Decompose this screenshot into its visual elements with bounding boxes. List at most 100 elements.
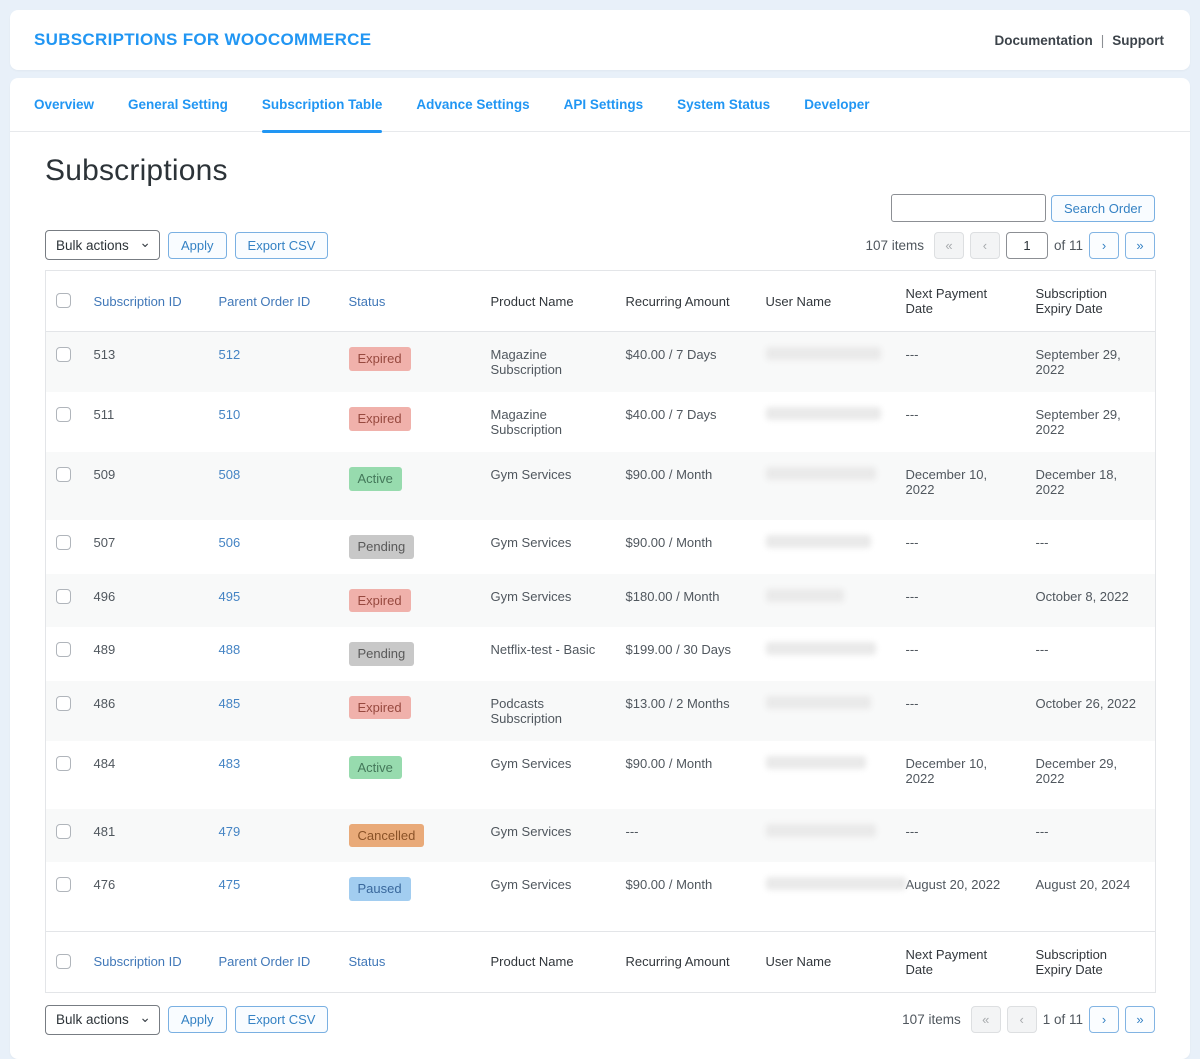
subscription-id-cell: 511 <box>84 392 209 452</box>
last-page-button[interactable]: » <box>1125 232 1155 259</box>
support-link[interactable]: Support <box>1112 33 1164 48</box>
apply-button-bottom[interactable]: Apply <box>168 1006 227 1033</box>
status-cell: Paused <box>339 862 481 931</box>
first-page-button-bottom[interactable]: « <box>971 1006 1001 1033</box>
status-badge: Expired <box>349 589 411 613</box>
user-name-redacted <box>766 407 881 420</box>
bottom-pagination: 107 items « ‹ 1 of 11 › » <box>902 1006 1155 1033</box>
content-area: Subscriptions Search Order Bulk actions … <box>10 154 1190 1035</box>
user-name-redacted <box>766 642 876 655</box>
recurring-amount-cell: $199.00 / 30 Days <box>616 627 756 681</box>
next-page-button[interactable]: › <box>1089 232 1119 259</box>
user-name-cell <box>756 627 896 681</box>
parent-order-link[interactable]: 508 <box>219 467 241 482</box>
parent-order-cell: 506 <box>209 520 339 574</box>
parent-order-cell: 485 <box>209 681 339 741</box>
product-name-cell: Gym Services <box>481 520 616 574</box>
column-header-subscription-id[interactable]: Subscription ID <box>84 271 209 332</box>
row-checkbox-cell <box>46 809 84 863</box>
row-checkbox[interactable] <box>56 756 71 771</box>
row-checkbox-cell <box>46 862 84 931</box>
next-page-button-bottom[interactable]: › <box>1089 1006 1119 1033</box>
row-checkbox[interactable] <box>56 824 71 839</box>
parent-order-link[interactable]: 479 <box>219 824 241 839</box>
tab-developer[interactable]: Developer <box>804 78 869 131</box>
row-checkbox[interactable] <box>56 347 71 362</box>
column-header-parent-order-id[interactable]: Parent Order ID <box>209 271 339 332</box>
expiry-date-cell: August 20, 2024 <box>1026 862 1156 931</box>
tab-general-setting[interactable]: General Setting <box>128 78 228 131</box>
apply-button[interactable]: Apply <box>168 232 227 259</box>
bulk-actions-select[interactable]: Bulk actions <box>45 230 160 260</box>
row-checkbox[interactable] <box>56 696 71 711</box>
prev-page-button[interactable]: ‹ <box>970 232 1000 259</box>
parent-order-link[interactable]: 506 <box>219 535 241 550</box>
product-name-cell: Netflix-test - Basic <box>481 627 616 681</box>
plugin-title: SUBSCRIPTIONS FOR WOOCOMMERCE <box>34 30 371 50</box>
row-checkbox[interactable] <box>56 642 71 657</box>
select-all-checkbox[interactable] <box>56 954 71 969</box>
search-order-button[interactable]: Search Order <box>1051 195 1155 222</box>
table-row: 509508ActiveGym Services$90.00 / MonthDe… <box>46 452 1156 520</box>
parent-order-link[interactable]: 495 <box>219 589 241 604</box>
next-payment-date-cell: --- <box>896 332 1026 393</box>
expiry-date-cell: September 29, 2022 <box>1026 332 1156 393</box>
status-badge: Expired <box>349 407 411 431</box>
status-cell: Expired <box>339 332 481 393</box>
user-name-redacted <box>766 877 906 890</box>
row-checkbox[interactable] <box>56 467 71 482</box>
tab-api-settings[interactable]: API Settings <box>564 78 644 131</box>
parent-order-link[interactable]: 510 <box>219 407 241 422</box>
parent-order-link[interactable]: 485 <box>219 696 241 711</box>
column-header-recurring-amount: Recurring Amount <box>616 931 756 992</box>
search-input[interactable] <box>891 194 1046 222</box>
export-csv-button-bottom[interactable]: Export CSV <box>235 1006 329 1033</box>
recurring-amount-cell: --- <box>616 809 756 863</box>
export-csv-button[interactable]: Export CSV <box>235 232 329 259</box>
first-page-button[interactable]: « <box>934 232 964 259</box>
last-page-button-bottom[interactable]: » <box>1125 1006 1155 1033</box>
current-page-input[interactable] <box>1006 232 1048 259</box>
recurring-amount-cell: $13.00 / 2 Months <box>616 681 756 741</box>
recurring-amount-cell: $40.00 / 7 Days <box>616 332 756 393</box>
checkbox-column-header <box>46 931 84 992</box>
row-checkbox[interactable] <box>56 877 71 892</box>
expiry-date-cell: December 18, 2022 <box>1026 452 1156 520</box>
prev-page-button-bottom[interactable]: ‹ <box>1007 1006 1037 1033</box>
tab-overview[interactable]: Overview <box>34 78 94 131</box>
table-row: 476475PausedGym Services$90.00 / MonthAu… <box>46 862 1156 931</box>
plugin-header: SUBSCRIPTIONS FOR WOOCOMMERCE Documentat… <box>10 10 1190 70</box>
tab-advance-settings[interactable]: Advance Settings <box>416 78 529 131</box>
row-checkbox[interactable] <box>56 407 71 422</box>
recurring-amount-cell: $40.00 / 7 Days <box>616 392 756 452</box>
select-all-checkbox[interactable] <box>56 293 71 308</box>
expiry-date-cell: --- <box>1026 809 1156 863</box>
row-checkbox-cell <box>46 574 84 628</box>
row-checkbox[interactable] <box>56 589 71 604</box>
parent-order-cell: 510 <box>209 392 339 452</box>
status-badge: Pending <box>349 535 415 559</box>
parent-order-link[interactable]: 488 <box>219 642 241 657</box>
parent-order-link[interactable]: 512 <box>219 347 241 362</box>
page-of-label: of 11 <box>1054 238 1083 253</box>
documentation-link[interactable]: Documentation <box>994 33 1092 48</box>
column-header-status[interactable]: Status <box>339 271 481 332</box>
column-header-parent-order-id[interactable]: Parent Order ID <box>209 931 339 992</box>
row-checkbox[interactable] <box>56 535 71 550</box>
parent-order-link[interactable]: 483 <box>219 756 241 771</box>
parent-order-cell: 488 <box>209 627 339 681</box>
column-header-status[interactable]: Status <box>339 931 481 992</box>
user-name-redacted <box>766 589 844 602</box>
column-header-subscription-id[interactable]: Subscription ID <box>84 931 209 992</box>
parent-order-link[interactable]: 475 <box>219 877 241 892</box>
row-checkbox-cell <box>46 392 84 452</box>
table-row: 513512ExpiredMagazine Subscription$40.00… <box>46 332 1156 393</box>
recurring-amount-cell: $180.00 / Month <box>616 574 756 628</box>
expiry-date-cell: --- <box>1026 627 1156 681</box>
bulk-actions-select-bottom[interactable]: Bulk actions <box>45 1005 160 1035</box>
recurring-amount-cell: $90.00 / Month <box>616 741 756 809</box>
parent-order-cell: 508 <box>209 452 339 520</box>
tab-system-status[interactable]: System Status <box>677 78 770 131</box>
tab-subscription-table[interactable]: Subscription Table <box>262 78 383 131</box>
subscription-id-cell: 486 <box>84 681 209 741</box>
